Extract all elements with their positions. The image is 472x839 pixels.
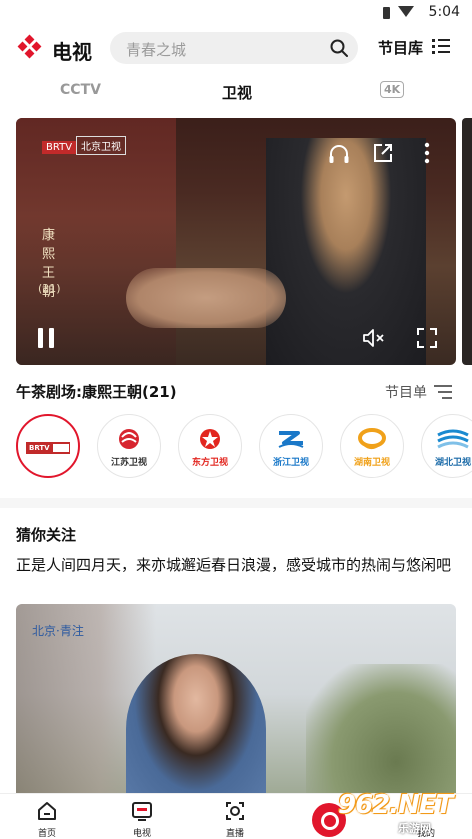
share-icon[interactable] [372,142,394,164]
site-watermark: 962.NET 乐游网 [338,790,472,839]
schedule-button[interactable]: 节目单 [385,382,427,402]
watermark-logo: BRTV [42,141,77,154]
episode-number: (21) [38,282,61,295]
section-divider [0,498,472,508]
channel-watermark: BRTV 北京卫视 [42,136,127,155]
watermark-subtext: 乐游网 [398,822,431,835]
status-time: 5:04 [428,4,460,20]
zhejiang-logo-icon [278,431,304,448]
wifi-icon [398,6,414,17]
tab-4k[interactable]: 4K [380,81,405,98]
audio-mode-icon[interactable] [328,144,350,164]
home-icon [38,802,56,820]
channel-hubei[interactable]: 湖北卫视 [421,414,472,478]
thumbnail-caption: 北京·青注 [32,624,84,638]
channel-hunan[interactable]: 湖南卫视 [340,414,404,478]
search-icon[interactable] [330,39,348,57]
jiangsu-logo-icon [119,429,139,449]
schedule-list-icon[interactable] [434,384,452,400]
app-logo-icon [16,34,44,60]
recommend-description[interactable]: 正是人间四月天，来亦城邂逅春日浪漫，感受城市的热闹与悠闲吧 [16,554,462,576]
menu-list-icon[interactable] [432,39,450,55]
tab-satellite[interactable]: 卫视 [222,82,252,103]
tv-icon [132,802,152,821]
video-frame-figure [266,138,426,365]
status-bar: 5:04 [0,0,472,26]
watermark-text: 962.NET [338,790,453,820]
hunan-logo-icon [358,428,386,450]
channel-label: 湖北卫视 [434,458,471,468]
search-placeholder: 青春之城 [126,41,187,59]
channel-label: 东方卫视 [191,458,228,468]
search-input[interactable]: 青春之城 [110,32,358,64]
header: 电视 青春之城 节目库 [0,28,472,68]
brtv-logo-icon: BRTV [26,442,70,454]
battery-icon [383,7,390,19]
tab-cctv[interactable]: CCTV [60,82,101,98]
pause-icon[interactable] [38,328,54,348]
program-library-button[interactable]: 节目库 [378,37,423,58]
thumbnail-figure [126,654,266,804]
live-icon [226,802,244,820]
nav-label: 电视 [132,829,151,839]
next-player-peek[interactable] [462,118,472,365]
channel-jiangsu[interactable]: 江苏卫视 [97,414,161,478]
channel-label: 湖南卫视 [353,458,390,468]
channel-brtv[interactable]: BRTV [16,414,80,478]
dongfang-logo-icon [200,429,220,449]
nav-label: 直播 [225,829,244,839]
nav-tv[interactable]: 电视 [112,794,172,839]
channel-tabs: CCTV 卫视 4K [0,78,472,104]
section-title: 猜你关注 [16,526,77,544]
channel-label: 浙江卫视 [272,458,309,468]
channel-label: 江苏卫视 [110,458,147,468]
page-title: 电视 [52,40,92,64]
fullscreen-icon[interactable] [416,327,438,349]
nav-home[interactable]: 首页 [17,794,77,839]
hubei-logo-icon [437,429,469,449]
channel-zhejiang[interactable]: 浙江卫视 [259,414,323,478]
recommend-video-thumbnail[interactable]: 北京·青注 [16,604,456,804]
channel-dongfang[interactable]: 东方卫视 [178,414,242,478]
watermark-channel: 北京卫视 [76,136,127,155]
nav-label: 首页 [37,829,56,839]
now-playing-title: 午茶剧场:康熙王朝(21) [16,383,177,401]
more-options-icon[interactable] [424,142,430,164]
video-player[interactable]: BRTV 北京卫视 康熙王朝 (21) [16,118,456,365]
mute-icon[interactable] [362,328,386,348]
nav-live[interactable]: 直播 [205,794,265,839]
channel-list: BRTV 江苏卫视 东方卫视 浙江卫视 湖南卫视 湖北卫视 [0,410,472,482]
